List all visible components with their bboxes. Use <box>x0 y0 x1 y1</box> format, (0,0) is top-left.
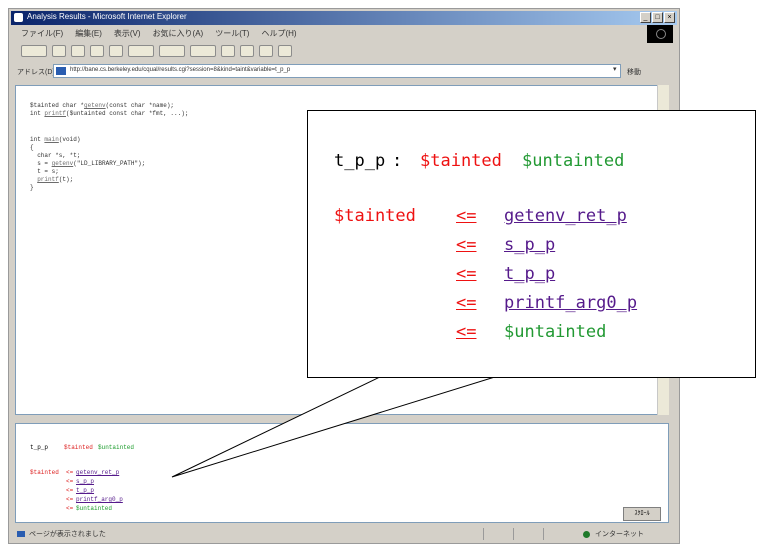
callout-link-printf-arg0-p[interactable]: printf_arg0_p <box>504 293 637 313</box>
callout-link-t-p-p[interactable]: t_p_p <box>504 264 555 284</box>
callout-link-getenv-ret-p[interactable]: getenv_ret_p <box>504 206 627 226</box>
magnified-results-callout: t_p_p : $tainted $untainted $tainted <= … <box>307 110 756 378</box>
callout-arrow: <= <box>456 293 477 313</box>
callout-qualifier-tainted: $tainted <box>420 151 502 171</box>
callout-arrow: <= <box>456 206 477 226</box>
callout-qualifier-untainted: $untainted <box>522 151 625 171</box>
callout-link-s-p-p[interactable]: s_p_p <box>504 235 555 255</box>
callout-chain-start: $tainted <box>334 206 416 226</box>
callout-untainted-end: $untainted <box>504 322 607 342</box>
callout-colon: : <box>392 151 403 171</box>
callout-arrow: <= <box>456 322 477 342</box>
callout-arrow: <= <box>456 264 477 284</box>
callout-variable: t_p_p <box>334 151 386 171</box>
callout-arrow: <= <box>456 235 477 255</box>
